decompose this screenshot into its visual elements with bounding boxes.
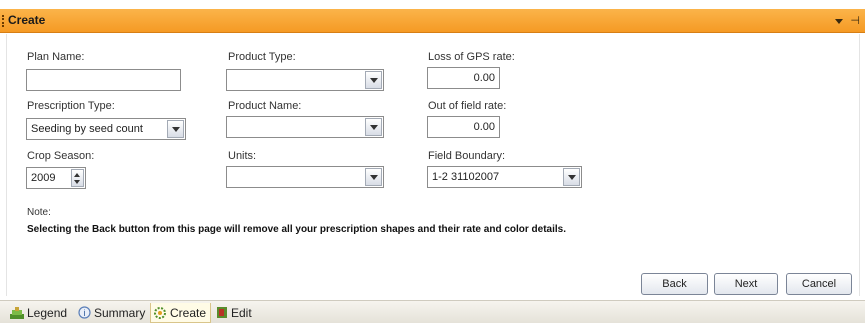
next-button[interactable]: Next bbox=[714, 273, 778, 295]
chevron-down-icon bbox=[370, 78, 378, 83]
plan-name-input[interactable] bbox=[26, 69, 181, 91]
spinner-buttons[interactable] bbox=[71, 169, 84, 187]
tab-summary-label: Summary bbox=[94, 305, 146, 320]
field-boundary-label: Field Boundary: bbox=[428, 150, 506, 162]
prescription-type-label: Prescription Type: bbox=[27, 100, 115, 112]
legend-icon bbox=[10, 306, 24, 319]
panel-title: Create bbox=[8, 13, 46, 27]
product-name-dropdown-button[interactable] bbox=[365, 118, 382, 136]
field-boundary-select[interactable]: 1-2 31102007 bbox=[427, 166, 582, 188]
field-boundary-dropdown-button[interactable] bbox=[563, 168, 580, 186]
prescription-type-value: Seeding by seed count bbox=[31, 123, 143, 135]
crop-season-spinner[interactable]: 2009 bbox=[26, 167, 86, 189]
note-text: Selecting the Back button from this page… bbox=[27, 224, 567, 235]
product-type-select[interactable] bbox=[226, 69, 384, 91]
bottom-tab-bar: Legend i Summary Create Edit bbox=[0, 300, 865, 323]
plan-name-label: Plan Name: bbox=[27, 51, 85, 63]
tab-edit[interactable]: Edit bbox=[214, 303, 256, 323]
panel-titlebar: Create ⊣ bbox=[0, 9, 865, 33]
product-name-label: Product Name: bbox=[228, 100, 302, 112]
create-icon bbox=[154, 306, 166, 319]
loss-of-gps-rate-input[interactable] bbox=[427, 67, 500, 89]
chevron-down-icon bbox=[370, 125, 378, 130]
svg-text:i: i bbox=[84, 308, 86, 318]
note-label: Note: bbox=[27, 207, 51, 218]
tab-create[interactable]: Create bbox=[150, 303, 212, 323]
units-select[interactable] bbox=[226, 166, 384, 188]
back-button[interactable]: Back bbox=[641, 273, 708, 295]
pin-icon[interactable]: ⊣ bbox=[850, 14, 860, 27]
tab-edit-label: Edit bbox=[231, 305, 252, 320]
field-boundary-value: 1-2 31102007 bbox=[432, 171, 500, 183]
panel-menu-dropdown-icon[interactable] bbox=[835, 19, 843, 24]
drag-grip-icon[interactable] bbox=[2, 15, 4, 27]
spinner-up-icon[interactable] bbox=[74, 173, 80, 177]
product-name-select[interactable] bbox=[226, 116, 384, 138]
tab-create-label: Create bbox=[170, 305, 207, 320]
out-of-field-rate-label: Out of field rate: bbox=[428, 100, 507, 112]
units-label: Units: bbox=[228, 150, 257, 162]
crop-season-label: Crop Season: bbox=[27, 150, 95, 162]
chevron-down-icon bbox=[172, 127, 180, 132]
out-of-field-rate-input[interactable] bbox=[427, 116, 500, 138]
product-type-label: Product Type: bbox=[228, 51, 296, 63]
tab-legend[interactable]: Legend bbox=[8, 303, 71, 323]
units-dropdown-button[interactable] bbox=[365, 168, 382, 186]
loss-of-gps-rate-label: Loss of GPS rate: bbox=[428, 51, 515, 63]
crop-season-value: 2009 bbox=[31, 172, 56, 184]
tab-legend-label: Legend bbox=[27, 305, 68, 320]
chevron-down-icon bbox=[568, 175, 576, 180]
prescription-type-dropdown-button[interactable] bbox=[167, 120, 184, 138]
edit-icon bbox=[217, 307, 227, 319]
tab-summary[interactable]: i Summary bbox=[76, 303, 149, 323]
summary-icon: i bbox=[78, 306, 91, 319]
create-panel: Plan Name: Prescription Type: Seeding by… bbox=[6, 34, 860, 296]
cancel-button[interactable]: Cancel bbox=[786, 273, 852, 295]
product-type-dropdown-button[interactable] bbox=[365, 71, 382, 89]
prescription-type-select[interactable]: Seeding by seed count bbox=[26, 118, 186, 140]
chevron-down-icon bbox=[370, 175, 378, 180]
spinner-down-icon[interactable] bbox=[74, 180, 80, 184]
